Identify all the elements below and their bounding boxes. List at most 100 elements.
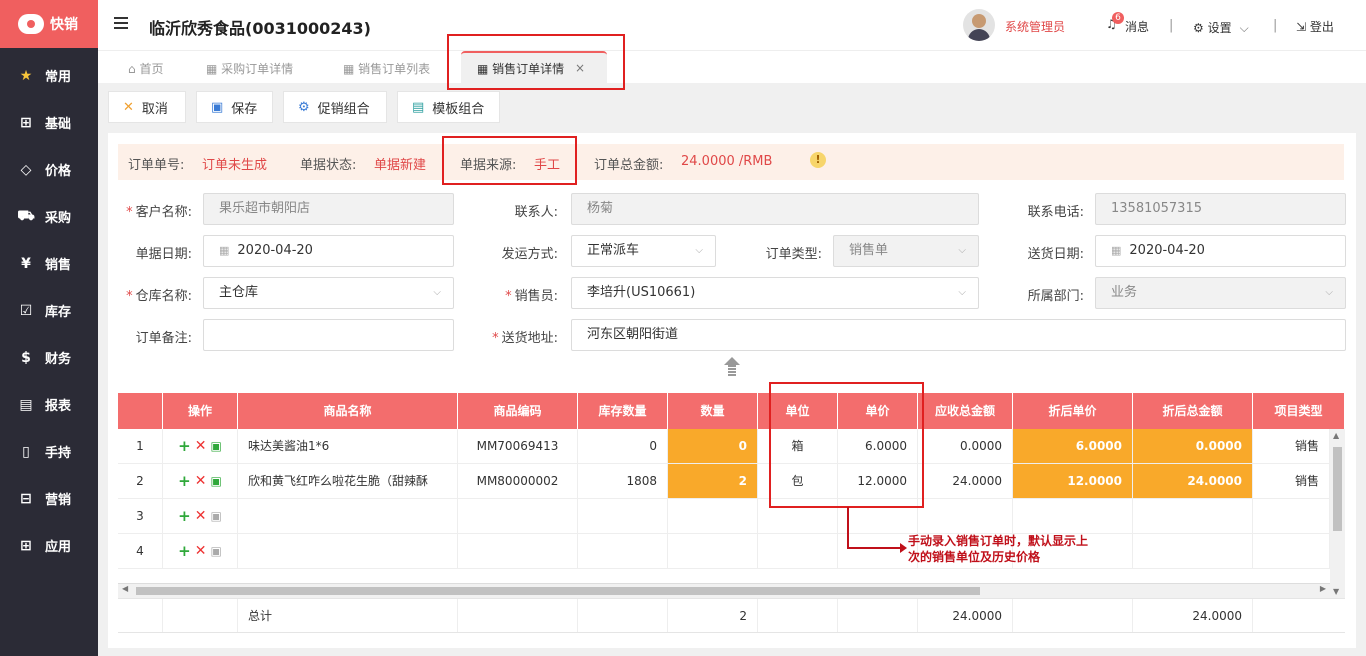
tab-sales-order-list[interactable]: ▦ 销售订单列表 [343, 60, 430, 77]
col-stock[interactable]: 库存数量 [578, 393, 668, 429]
cell-qty[interactable]: 2 [668, 464, 758, 498]
scroll-thumb[interactable] [136, 587, 980, 595]
save-button[interactable]: ▣ 保存 [196, 91, 273, 123]
warehouse-select[interactable]: 主仓库 ⌵ [203, 277, 454, 309]
horizontal-scrollbar[interactable]: ◀ ▶ [118, 583, 1330, 598]
cell-discount-price[interactable]: 6.0000 [1013, 429, 1133, 463]
type-label: 订单类型: [765, 247, 822, 262]
sidebar-item-marketing[interactable]: ⊟ 营销 [0, 475, 98, 522]
cell-unit[interactable] [758, 499, 838, 533]
sidebar-item-inventory[interactable]: ☑ 库存 [0, 287, 98, 334]
logout-link[interactable]: ⇲ 登出 [1296, 18, 1334, 35]
sidebar-item-price[interactable]: ◇ 价格 [0, 146, 98, 193]
user-name[interactable]: 系统管理员 [1005, 18, 1065, 35]
ship-select[interactable]: 正常派车 ⌵ [571, 235, 716, 267]
edit-row-icon[interactable]: ▣ [210, 499, 221, 533]
report-icon: ▤ [19, 396, 33, 413]
promo-combo-button[interactable]: ⚙ 促销组合 [283, 91, 387, 123]
delete-row-icon[interactable]: ✕ [195, 499, 207, 533]
col-amount[interactable]: 应收总金额 [918, 393, 1013, 429]
add-row-icon[interactable]: + [178, 534, 191, 568]
cell-name[interactable]: 欣和黄飞红咋么啦花生脆（甜辣酥 [238, 464, 458, 498]
cell-discount-price[interactable]: 12.0000 [1013, 464, 1133, 498]
delete-row-icon[interactable]: ✕ [195, 464, 207, 498]
sidebar-item-finance[interactable]: $ 财务 [0, 334, 98, 381]
tab-home[interactable]: ⌂ 首页 [128, 60, 163, 77]
sidebar-item-sales[interactable]: ¥ 销售 [0, 240, 98, 287]
cell-discount-amount[interactable]: 0.0000 [1133, 429, 1253, 463]
cell-unit[interactable]: 包 [758, 464, 838, 498]
cell-project-type[interactable]: 销售 [1253, 464, 1330, 498]
sidebar-item-basic[interactable]: ⊞ 基础 [0, 99, 98, 146]
col-price[interactable]: 单价 [838, 393, 918, 429]
cell-unit[interactable]: 箱 [758, 429, 838, 463]
scroll-left-icon[interactable]: ◀ [122, 584, 128, 593]
col-index [118, 393, 163, 429]
total-amount: 24.0000 [918, 599, 1013, 632]
salesman-select[interactable]: 李培升(US10661) ⌵ [571, 277, 979, 309]
col-qty[interactable]: 数量 [668, 393, 758, 429]
cell-discount-amount[interactable]: 24.0000 [1133, 464, 1253, 498]
cell-discount-amount[interactable] [1133, 499, 1253, 533]
close-icon[interactable]: × [575, 61, 585, 75]
table-row: 1 + ✕ ▣ 味达美酱油1*6 MM70069413 0 0 箱 6.0000 0… [118, 429, 1330, 464]
add-row-icon[interactable]: + [178, 464, 191, 498]
deliver-date-field[interactable]: ▦ 2020-04-20 [1095, 235, 1346, 267]
sidebar-item-handheld[interactable]: ▯ 手持 [0, 428, 98, 475]
delete-row-icon[interactable]: ✕ [195, 534, 207, 568]
col-name[interactable]: 商品名称 [238, 393, 458, 429]
cell-project-type[interactable] [1253, 499, 1330, 533]
cell-name[interactable]: 味达美酱油1*6 [238, 429, 458, 463]
scroll-up-icon[interactable]: ▲ [1333, 431, 1339, 440]
col-code[interactable]: 商品编码 [458, 393, 578, 429]
template-combo-button[interactable]: ▤ 模板组合 [397, 91, 500, 123]
add-row-icon[interactable]: + [178, 429, 191, 463]
sidebar-item-apps[interactable]: ⊞ 应用 [0, 522, 98, 569]
scroll-down-icon[interactable]: ▼ [1333, 587, 1339, 596]
messages-link[interactable]: 消息 [1125, 18, 1149, 35]
sidebar-item-common[interactable]: ★ 常用 [0, 52, 98, 99]
app-logo[interactable]: 快销 [0, 0, 98, 48]
sidebar-item-purchase[interactable]: ⛟ 采购 [0, 193, 98, 240]
scroll-right-icon[interactable]: ▶ [1320, 584, 1326, 593]
col-discount-amount[interactable]: 折后总金额 [1133, 393, 1253, 429]
delete-row-icon[interactable]: ✕ [195, 429, 207, 463]
cell-unit[interactable] [758, 534, 838, 568]
col-project-type[interactable]: 项目类型 [1253, 393, 1345, 429]
col-unit[interactable]: 单位 [758, 393, 838, 429]
edit-row-icon[interactable]: ▣ [210, 429, 221, 463]
cell-name[interactable] [238, 499, 458, 533]
remark-input[interactable] [203, 319, 454, 351]
cell-qty[interactable] [668, 534, 758, 568]
tab-purchase-order-detail[interactable]: ▦ 采购订单详情 [206, 60, 293, 77]
tab-sales-order-detail[interactable]: ▦ 销售订单详情 × [461, 51, 607, 84]
collapse-up-icon[interactable] [724, 357, 740, 377]
address-input[interactable]: 河东区朝阳街道 [571, 319, 1346, 351]
cell-project-type[interactable]: 销售 [1253, 429, 1330, 463]
warning-icon[interactable]: ! [810, 152, 826, 168]
add-row-icon[interactable]: + [178, 499, 191, 533]
edit-row-icon[interactable]: ▣ [210, 464, 221, 498]
col-discount-price[interactable]: 折后单价 [1013, 393, 1133, 429]
sidebar-item-report[interactable]: ▤ 报表 [0, 381, 98, 428]
menu-toggle-icon[interactable] [114, 17, 128, 32]
row-actions: + ✕ ▣ [163, 499, 238, 533]
cell-project-type[interactable] [1253, 534, 1330, 568]
cell-name[interactable] [238, 534, 458, 568]
cell-discount-amount[interactable] [1133, 534, 1253, 568]
settings-menu[interactable]: ⚙ 设置 ⌵ [1193, 19, 1249, 36]
date-field[interactable]: ▦ 2020-04-20 [203, 235, 454, 267]
scroll-thumb[interactable] [1333, 447, 1342, 531]
sidebar-item-label: 基础 [45, 117, 72, 132]
cell-discount-price[interactable] [1013, 499, 1133, 533]
cancel-button[interactable]: ✕ 取消 [108, 91, 186, 123]
edit-row-icon[interactable]: ▣ [210, 534, 221, 568]
message-count-badge: 6 [1112, 12, 1124, 24]
cell-price[interactable]: 12.0000 [838, 464, 918, 498]
vertical-scrollbar[interactable]: ▲ ▼ [1330, 429, 1345, 598]
cell-price[interactable] [838, 499, 918, 533]
cell-qty[interactable] [668, 499, 758, 533]
cell-price[interactable]: 6.0000 [838, 429, 918, 463]
cell-qty[interactable]: 0 [668, 429, 758, 463]
avatar[interactable] [963, 9, 995, 41]
